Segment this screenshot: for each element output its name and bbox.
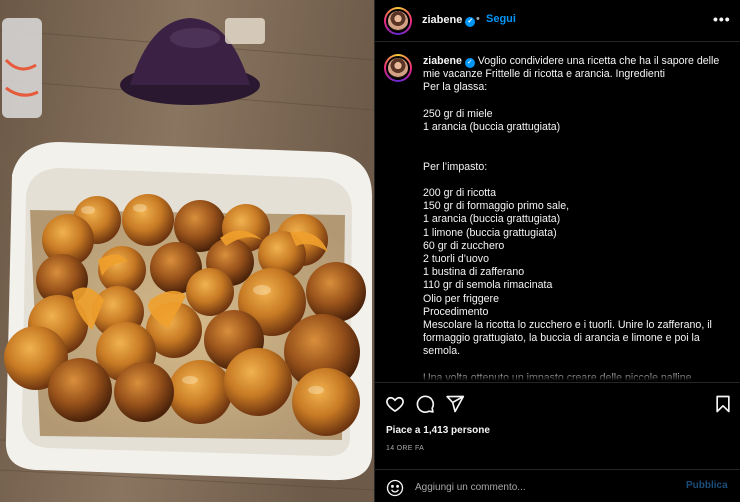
- post-timestamp[interactable]: 14 ORE FA: [386, 445, 424, 452]
- likes-count[interactable]: Piace a 1,413 persone: [386, 425, 490, 436]
- follow-button[interactable]: Segui: [486, 13, 516, 25]
- avatar-image: [386, 9, 410, 33]
- caption-fade: [375, 371, 740, 381]
- post-caption: ziabene ✓ Voglio condividere una ricetta …: [423, 55, 729, 381]
- post-details-panel: ziabene ✓ • Segui ••• ziabene ✓ Voglio con…: [374, 0, 740, 502]
- caption-username[interactable]: ziabene: [423, 55, 462, 67]
- caption-author-avatar[interactable]: [384, 54, 412, 82]
- post-header: ziabene ✓ • Segui •••: [375, 0, 740, 42]
- publish-button[interactable]: Pubblica: [686, 480, 728, 491]
- verified-badge-icon: ✓: [464, 58, 475, 68]
- author-username-text[interactable]: ziabene: [422, 14, 462, 26]
- caption-area: ziabene ✓ Voglio condividere una ricetta …: [375, 43, 740, 381]
- comment-input[interactable]: [415, 477, 675, 497]
- verified-badge-icon: ✓: [465, 17, 476, 27]
- comment-bubble-icon[interactable]: [415, 394, 435, 414]
- bookmark-icon[interactable]: [713, 394, 733, 414]
- smiley-icon[interactable]: [386, 479, 404, 497]
- heart-icon[interactable]: [385, 394, 405, 414]
- author-username[interactable]: ziabene ✓: [422, 14, 476, 27]
- paper-plane-icon[interactable]: [445, 394, 465, 414]
- header-dot-separator: •: [476, 13, 480, 25]
- post-photo[interactable]: [0, 0, 374, 502]
- more-options-icon[interactable]: •••: [713, 12, 731, 28]
- comment-bar: Pubblica: [375, 469, 740, 502]
- post-actions: Piace a 1,413 persone 14 ORE FA Pubblica: [375, 382, 740, 502]
- fritters-photo-illustration: [0, 0, 374, 502]
- author-avatar[interactable]: [384, 7, 412, 35]
- avatar-image: [386, 56, 410, 80]
- instagram-post-modal: ziabene ✓ • Segui ••• ziabene ✓ Voglio con…: [0, 0, 740, 502]
- caption-text: Voglio condividere una ricetta che ha il…: [423, 55, 720, 381]
